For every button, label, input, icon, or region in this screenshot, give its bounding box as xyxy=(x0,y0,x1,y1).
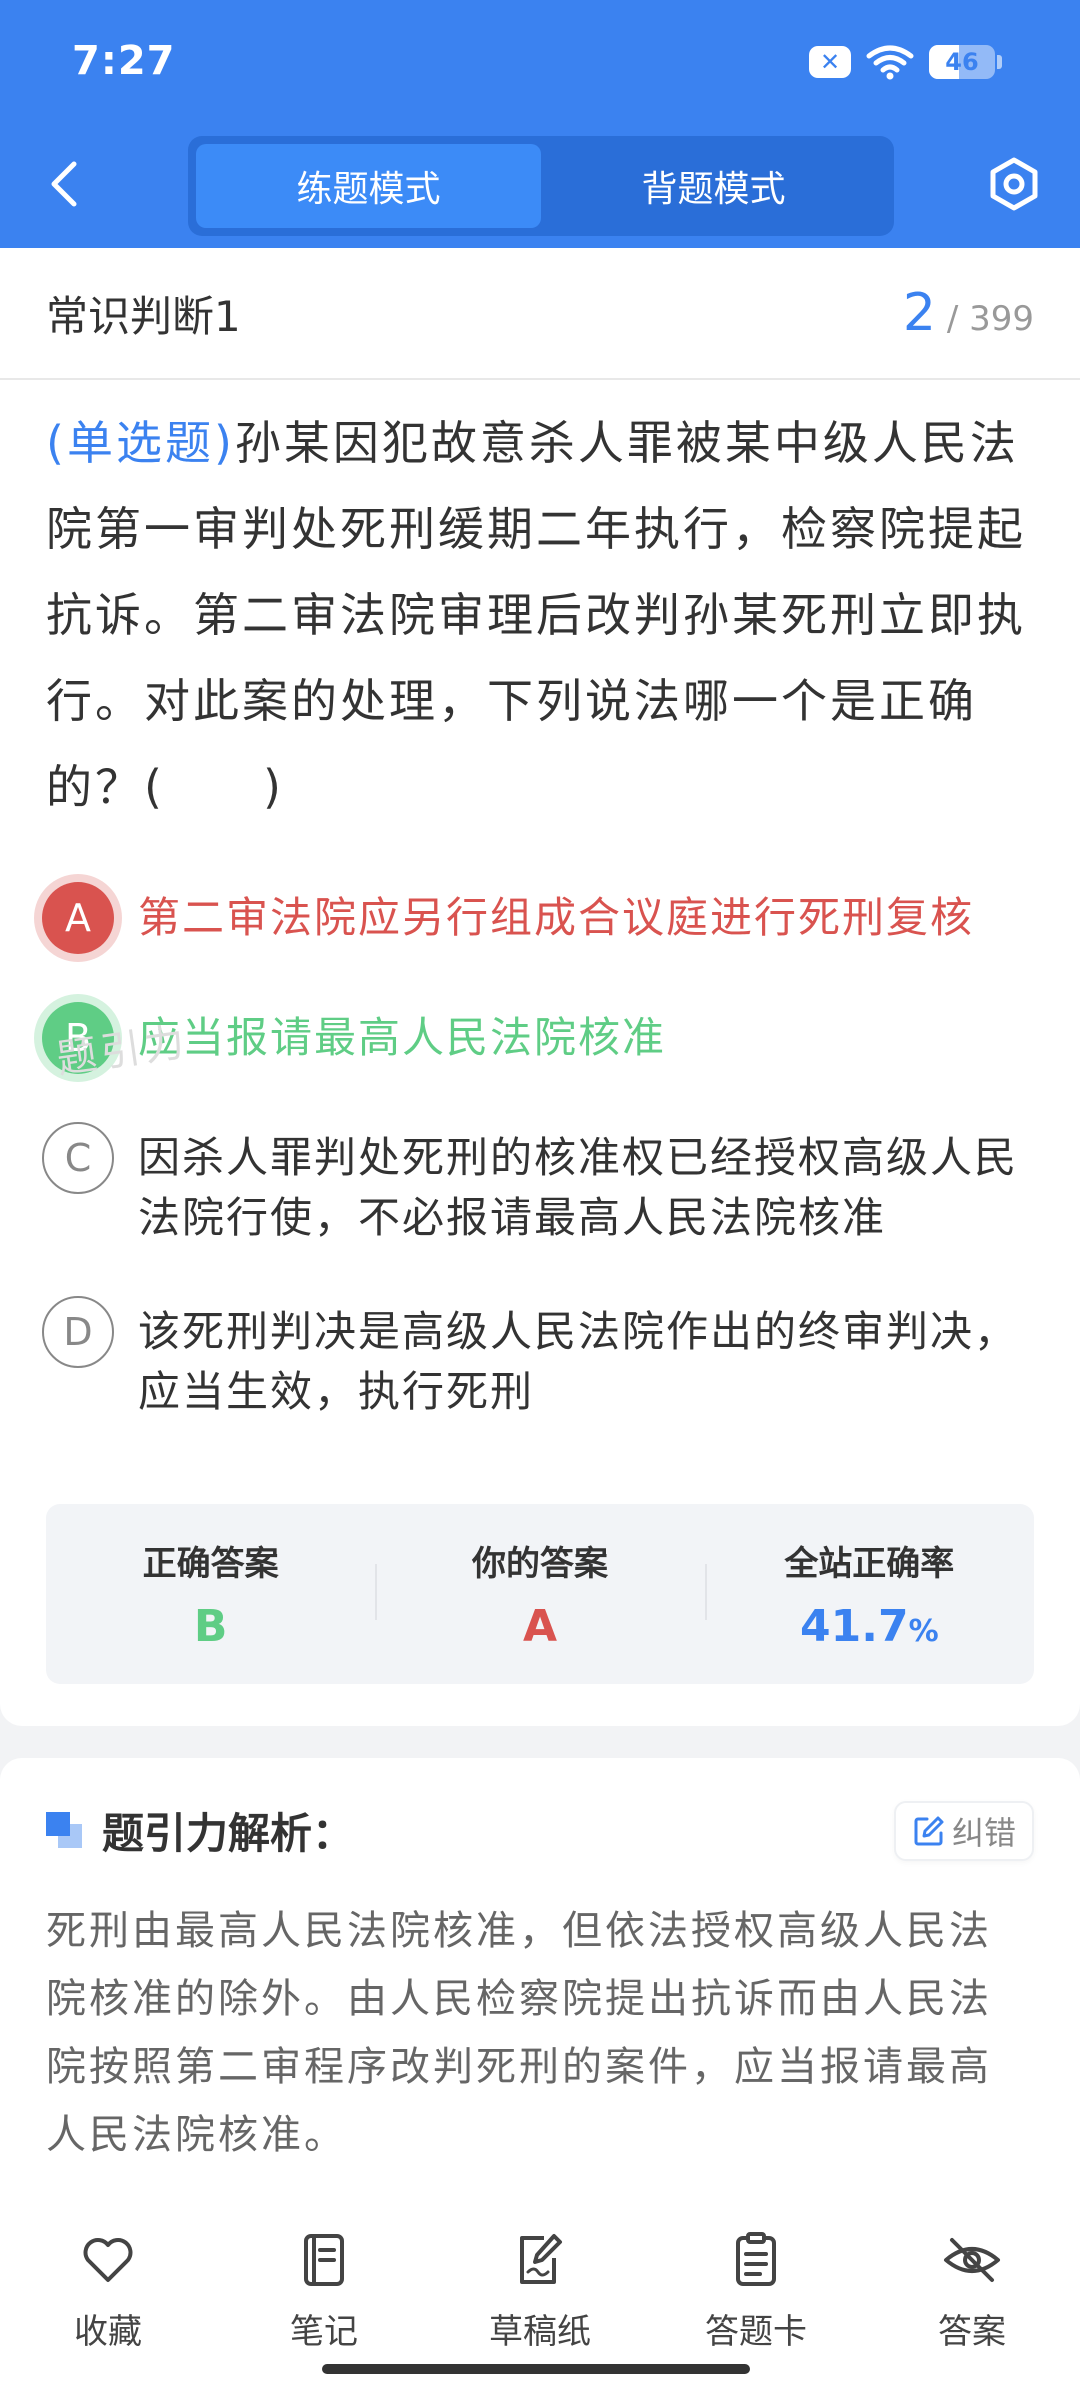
analysis-header: 题引力解析： 纠错 xyxy=(0,1758,1080,1861)
stat-yours-value: A xyxy=(522,1601,558,1652)
wifi-icon xyxy=(866,45,914,80)
app-header: 7:27 ✕ 46 练题模式 背题模式 xyxy=(0,0,1080,248)
analysis-title: 题引力解析： xyxy=(102,1809,355,1858)
tab-practice-mode[interactable]: 练题模式 xyxy=(196,144,541,228)
stat-accuracy: 全站正确率 41.7% xyxy=(704,1504,1034,1684)
battery-icon: 46 xyxy=(929,45,995,79)
option-b-text: 应当报请最高人民法院核准 xyxy=(138,1013,667,1062)
answer-sheet-icon xyxy=(736,2232,776,2286)
settings-icon[interactable] xyxy=(984,154,1044,214)
nav-draft[interactable]: 草稿纸 xyxy=(432,2228,648,2400)
stat-rate-value: 41.7% xyxy=(800,1601,939,1652)
answer-stats: 正确答案 B 你的答案 A 全站正确率 41.7% xyxy=(46,1504,1034,1684)
option-d-letter: D xyxy=(42,1296,114,1368)
question-counter[interactable]: 2 / 399 xyxy=(903,283,1034,343)
stat-rate-label: 全站正确率 xyxy=(784,1544,955,1584)
question-stem: 孙某因犯故意杀人罪被某中级人民法院第一审判处死刑缓期二年执行，检察院提起抗诉。第… xyxy=(46,416,1026,814)
option-d-text: 该死刑判决是高级人民法院作出的终审判决，应当生效，执行死刑 xyxy=(138,1307,1019,1416)
option-d[interactable]: D 该死刑判决是高级人民法院作出的终审判决，应当生效，执行死刑 xyxy=(42,1296,1038,1422)
option-a[interactable]: A 第二审法院应另行组成合议庭进行死刑复核 xyxy=(42,882,1038,954)
analysis-title-wrap: 题引力解析： xyxy=(46,1800,354,1861)
rate-number: 41.7 xyxy=(800,1601,909,1652)
draft-paper-icon xyxy=(520,2234,562,2284)
analysis-squares-icon xyxy=(46,1811,84,1850)
analysis-text: 死刑由最高人民法院核准，但依法授权高级人民法院核准的除外。由人民检察院提出抗诉而… xyxy=(46,1908,992,2158)
question-total: / 399 xyxy=(946,299,1034,339)
stat-correct-value: B xyxy=(193,1601,228,1652)
eye-off-icon xyxy=(944,2238,1000,2282)
nav-answer-sheet[interactable]: 答题卡 xyxy=(648,2228,864,2400)
nav-notes-label: 笔记 xyxy=(290,2312,358,2352)
report-error-label: 纠错 xyxy=(951,1813,1016,1852)
option-c[interactable]: C 因杀人罪判处死刑的核准权已经授权高级人民法院行使，不必报请最高人民法院核准 xyxy=(42,1122,1038,1248)
option-a-letter: A xyxy=(42,882,114,954)
question-type: (单选题) xyxy=(46,416,235,470)
notification-x-icon: ✕ xyxy=(809,46,851,78)
option-b[interactable]: B 应当报请最高人民法院核准 xyxy=(42,1002,1038,1074)
stat-your-answer: 你的答案 A xyxy=(375,1504,704,1684)
mode-tabs: 练题模式 背题模式 xyxy=(188,136,894,236)
battery-level: 46 xyxy=(945,48,979,76)
question-header: 常识判断1 2 / 399 xyxy=(0,248,1080,380)
nav-answer-sheet-label: 答题卡 xyxy=(705,2312,807,2352)
nav-notes[interactable]: 笔记 xyxy=(216,2228,432,2400)
nav-favorite[interactable]: 收藏 xyxy=(0,2228,216,2400)
option-c-letter: C xyxy=(42,1122,114,1194)
stat-correct-label: 正确答案 xyxy=(142,1544,279,1584)
option-a-text: 第二审法院应另行组成合议庭进行死刑复核 xyxy=(138,893,975,942)
stat-yours-label: 你的答案 xyxy=(471,1544,608,1584)
status-icons: ✕ 46 xyxy=(809,44,1002,80)
option-c-text: 因杀人罪判处死刑的核准权已经授权高级人民法院行使，不必报请最高人民法院核准 xyxy=(138,1133,1019,1242)
question-card: 常识判断1 2 / 399 (单选题)孙某因犯故意杀人罪被某中级人民法院第一审判… xyxy=(0,248,1080,1726)
nav-answer-label: 答案 xyxy=(938,2312,1006,2352)
notebook-icon xyxy=(304,2234,344,2286)
report-error-button[interactable]: 纠错 xyxy=(893,1800,1034,1861)
heart-icon xyxy=(83,2238,133,2282)
question-text: (单选题)孙某因犯故意杀人罪被某中级人民法院第一审判处死刑缓期二年执行，检察院提… xyxy=(0,380,1080,830)
analysis-card: 题引力解析： 纠错 死刑由最高人民法院核准，但依法授权高级人民法院核准的除外。由… xyxy=(0,1758,1080,2158)
back-icon[interactable] xyxy=(40,152,90,216)
question-current-number: 2 xyxy=(902,283,937,343)
battery-tip xyxy=(997,55,1002,69)
question-category: 常识判断1 xyxy=(46,291,241,341)
edit-icon xyxy=(914,1816,944,1845)
nav-draft-label: 草稿纸 xyxy=(489,2312,591,2352)
status-time: 7:27 xyxy=(72,38,176,84)
nav-favorite-label: 收藏 xyxy=(74,2312,142,2352)
rate-unit: % xyxy=(908,1614,939,1649)
tab-memorize-mode[interactable]: 背题模式 xyxy=(541,144,886,228)
nav-answer[interactable]: 答案 xyxy=(864,2228,1080,2400)
stat-correct-answer: 正确答案 B xyxy=(46,1504,375,1684)
home-indicator[interactable] xyxy=(322,2364,750,2374)
options-list: A 第二审法院应另行组成合议庭进行死刑复核 B 应当报请最高人民法院核准 C 因… xyxy=(0,882,1080,1422)
